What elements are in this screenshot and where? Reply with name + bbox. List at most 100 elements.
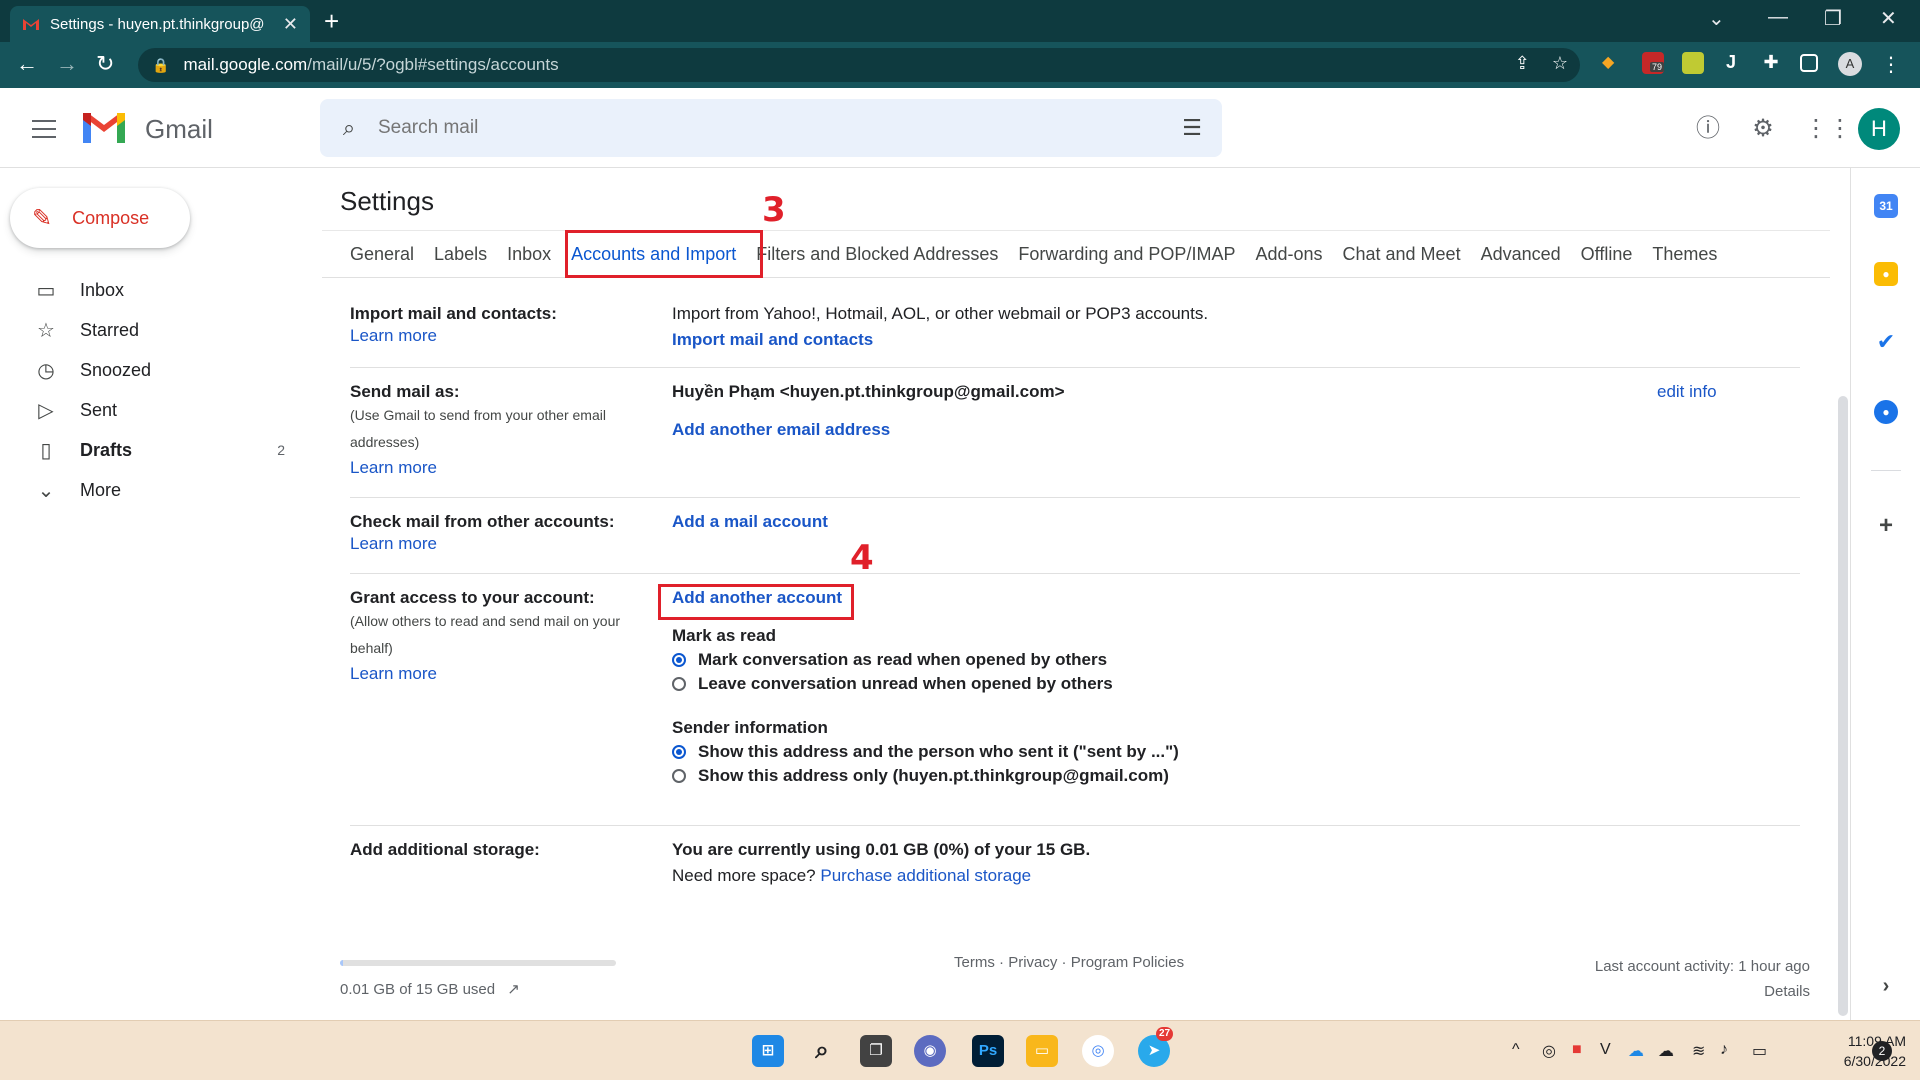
purchase-storage-link[interactable]: Purchase additional storage <box>820 866 1031 885</box>
extensions-puzzle-icon[interactable]: ✚ <box>1760 52 1782 74</box>
tray-red-app-icon[interactable]: ■ <box>1572 1041 1582 1059</box>
contacts-icon[interactable]: ● <box>1874 400 1898 424</box>
tab-offline[interactable]: Offline <box>1581 244 1633 265</box>
sidebar-item-starred[interactable]: ☆ Starred <box>0 310 300 350</box>
ublock-extension-icon[interactable]: 79 <box>1642 52 1665 74</box>
account-avatar[interactable]: H <box>1858 108 1900 150</box>
footer-separator: · <box>994 954 1009 971</box>
teams-chat-icon[interactable]: ◉ <box>914 1035 946 1067</box>
tab-inbox[interactable]: Inbox <box>507 244 551 265</box>
tab-themes[interactable]: Themes <box>1652 244 1717 265</box>
main-menu-icon[interactable] <box>32 120 56 138</box>
open-in-new-icon[interactable]: ↗ <box>507 981 520 998</box>
extension-green-icon[interactable] <box>1682 52 1704 74</box>
sidebar-item-inbox[interactable]: ▭ Inbox <box>0 270 300 310</box>
profile-avatar-icon[interactable]: A <box>1838 52 1862 76</box>
browser-menu-icon[interactable]: ⋮ <box>1880 52 1902 76</box>
add-another-account-link[interactable]: Add another account <box>672 588 1179 608</box>
grant-access-learn-more-link[interactable]: Learn more <box>350 664 660 684</box>
bookmark-star-icon[interactable]: ☆ <box>1552 53 1568 74</box>
search-icon[interactable]: ⌕ <box>806 1035 838 1067</box>
settings-gear-icon[interactable]: ⚙ <box>1749 115 1777 143</box>
storage-usage-text: You are currently using 0.01 GB (0%) of … <box>672 840 1091 859</box>
radio-unselected-icon[interactable] <box>672 769 686 783</box>
search-icon[interactable]: ⌕ <box>320 115 378 141</box>
program-policies-link[interactable]: Program Policies <box>1071 954 1184 971</box>
import-mail-link[interactable]: Import mail and contacts <box>672 330 1208 350</box>
reload-icon[interactable]: ↻ <box>96 51 114 77</box>
chrome-icon[interactable]: ◎ <box>1082 1035 1114 1067</box>
onedrive-icon[interactable]: ☁ <box>1628 1041 1644 1061</box>
tab-general[interactable]: General <box>350 244 414 265</box>
sidebar-item-drafts[interactable]: ▯ Drafts 2 <box>0 430 300 470</box>
leave-unread-option[interactable]: Leave conversation unread when opened by… <box>672 674 1179 694</box>
mark-as-read-heading: Mark as read <box>672 626 776 645</box>
keep-icon[interactable]: ● <box>1874 262 1898 286</box>
edit-info-link[interactable]: edit info <box>1657 382 1717 402</box>
mark-read-option[interactable]: Mark conversation as read when opened by… <box>672 650 1179 670</box>
windows-start-icon[interactable]: ⊞ <box>752 1035 784 1067</box>
radio-selected-icon[interactable] <box>672 653 686 667</box>
add-email-address-link[interactable]: Add another email address <box>672 420 1065 440</box>
address-bar[interactable]: 🔒 mail.google.com/mail/u/5/?ogbl#setting… <box>138 48 1580 82</box>
radio-selected-icon[interactable] <box>672 745 686 759</box>
back-icon[interactable]: ← <box>16 51 38 77</box>
minimize-icon[interactable]: — <box>1768 6 1788 29</box>
side-panel-icon[interactable] <box>1800 54 1818 72</box>
volume-icon[interactable]: ♪ <box>1720 1041 1728 1059</box>
tab-search-icon[interactable]: ⌄ <box>1708 6 1725 31</box>
compose-label: Compose <box>72 207 150 228</box>
telegram-icon[interactable]: ➤ 27 <box>1138 1027 1174 1067</box>
radio-unselected-icon[interactable] <box>672 677 686 691</box>
chevron-right-icon[interactable]: › <box>1874 974 1898 998</box>
help-icon[interactable]: ⓘ <box>1694 115 1722 143</box>
add-addon-icon[interactable]: + <box>1874 514 1898 538</box>
sender-both-option[interactable]: Show this address and the person who sen… <box>672 742 1179 762</box>
terms-link[interactable]: Terms <box>954 954 995 971</box>
tab-add-ons[interactable]: Add-ons <box>1255 244 1322 265</box>
forward-icon[interactable]: → <box>56 51 78 77</box>
restore-icon[interactable]: ❐ <box>1824 6 1842 31</box>
mark-read-label: Mark conversation as read when opened by… <box>698 650 1108 669</box>
close-tab-icon[interactable]: ✕ <box>283 14 298 35</box>
check-mail-learn-more-link[interactable]: Learn more <box>350 534 660 554</box>
check-mail-label: Check mail from other accounts: <box>350 512 615 531</box>
tab-labels[interactable]: Labels <box>434 244 487 265</box>
tray-app-icon[interactable]: ◎ <box>1542 1041 1556 1061</box>
tab-filters[interactable]: Filters and Blocked Addresses <box>756 244 998 265</box>
send-mail-as-learn-more-link[interactable]: Learn more <box>350 458 660 478</box>
sidebar-item-snoozed[interactable]: ◷ Snoozed <box>0 350 300 390</box>
onedrive-personal-icon[interactable]: ☁ <box>1658 1041 1674 1061</box>
sidebar-item-more[interactable]: ⌄ More <box>0 470 300 510</box>
wifi-icon[interactable]: ≋ <box>1692 1041 1705 1061</box>
compose-button[interactable]: ✎ Compose <box>10 188 190 248</box>
details-link[interactable]: Details <box>1595 979 1810 1004</box>
share-icon[interactable]: ⇪ <box>1515 53 1530 74</box>
tray-overflow-icon[interactable]: ^ <box>1512 1041 1520 1059</box>
apps-grid-icon[interactable]: ⋮⋮ <box>1804 115 1852 143</box>
close-window-icon[interactable]: ✕ <box>1880 6 1897 31</box>
tab-chat-and-meet[interactable]: Chat and Meet <box>1343 244 1461 265</box>
tab-advanced[interactable]: Advanced <box>1481 244 1561 265</box>
calendar-icon[interactable]: 31 <box>1874 194 1898 218</box>
add-mail-account-link[interactable]: Add a mail account <box>672 512 828 532</box>
tray-v-icon[interactable]: V <box>1600 1041 1611 1059</box>
extension-j-icon[interactable]: J <box>1720 52 1742 74</box>
import-learn-more-link[interactable]: Learn more <box>350 326 660 346</box>
file-explorer-icon[interactable]: ▭ <box>1026 1035 1058 1067</box>
search-input[interactable] <box>378 117 1162 139</box>
tasks-icon[interactable]: ✔ <box>1874 330 1898 354</box>
task-view-icon[interactable]: ❐ <box>860 1035 892 1067</box>
sidebar-item-sent[interactable]: ▷ Sent <box>0 390 300 430</box>
tab-forwarding[interactable]: Forwarding and POP/IMAP <box>1018 244 1235 265</box>
search-options-icon[interactable]: ☰ <box>1162 115 1222 141</box>
extension-orange-icon[interactable]: ◆ <box>1602 52 1624 74</box>
battery-icon[interactable]: ▭ <box>1752 1041 1767 1061</box>
photoshop-icon[interactable]: Ps <box>972 1035 1004 1067</box>
privacy-link[interactable]: Privacy <box>1008 954 1057 971</box>
notification-count[interactable]: 2 <box>1872 1041 1892 1061</box>
content-scrollbar[interactable] <box>1838 396 1848 1016</box>
new-tab-button[interactable]: + <box>324 8 339 34</box>
sender-only-option[interactable]: Show this address only (huyen.pt.thinkgr… <box>672 766 1179 786</box>
browser-tab[interactable]: Settings - huyen.pt.thinkgroup@ ✕ <box>10 6 310 42</box>
